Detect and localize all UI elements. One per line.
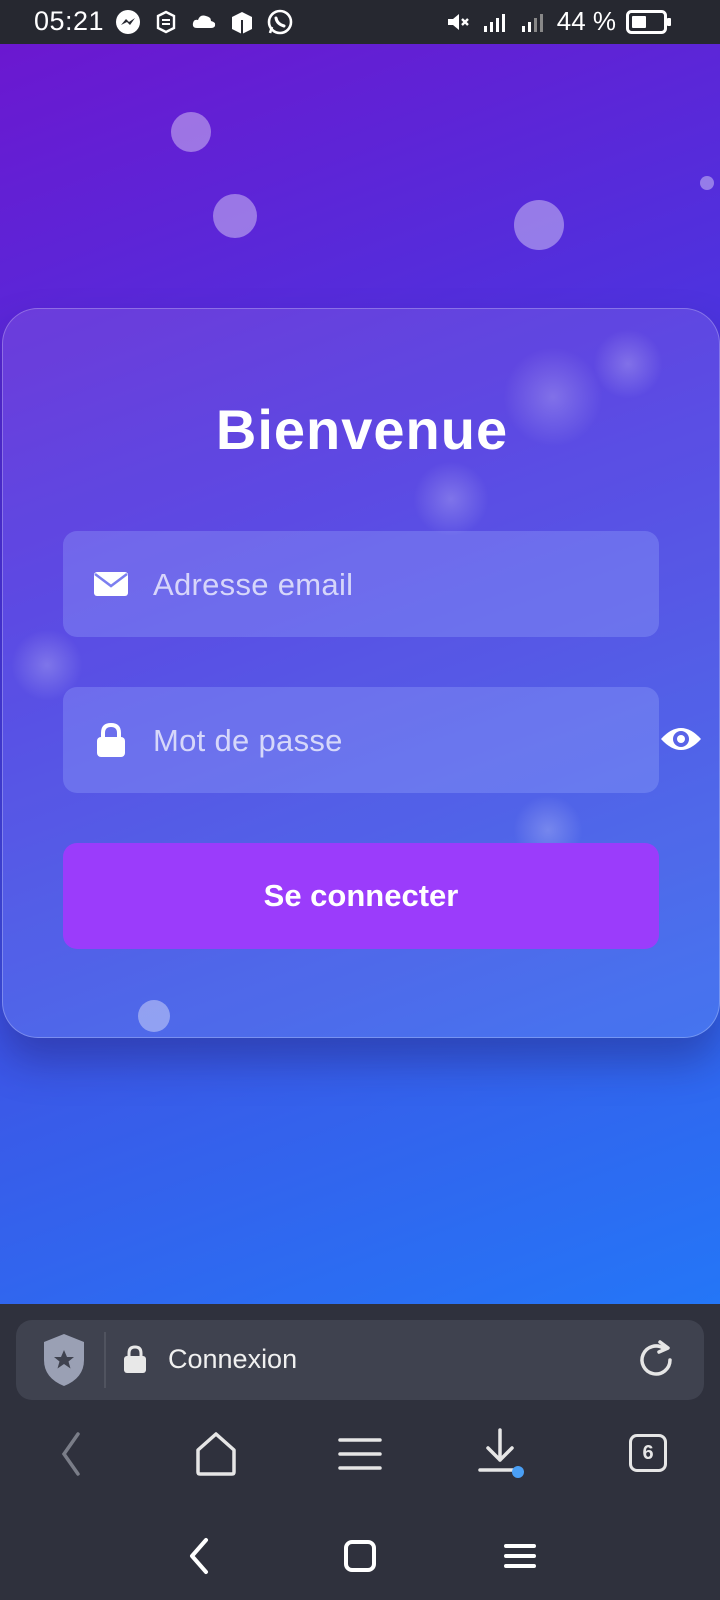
app-icon xyxy=(156,10,176,34)
decorative-bubble xyxy=(514,200,564,250)
tabs-button[interactable]: 6 xyxy=(629,1434,667,1472)
page-title-label: Connexion xyxy=(168,1344,298,1374)
shield-icon[interactable] xyxy=(40,1332,88,1388)
messenger-icon xyxy=(116,10,140,34)
menu-icon[interactable] xyxy=(330,1414,390,1494)
back-icon[interactable] xyxy=(42,1414,102,1494)
envelope-icon xyxy=(94,572,128,596)
decorative-bubble xyxy=(700,176,714,190)
email-placeholder: Adresse email xyxy=(153,567,354,602)
eye-icon[interactable] xyxy=(659,721,703,757)
system-back-icon[interactable] xyxy=(176,1526,220,1586)
web-page: Bienvenue Adresse email Mot de passe Se … xyxy=(0,44,720,1304)
decorative-bubble xyxy=(171,112,211,152)
decorative-glow xyxy=(413,461,489,537)
address-bar[interactable]: Connexion xyxy=(16,1320,704,1400)
notification-icons xyxy=(114,8,294,36)
battery-percentage: 44 % xyxy=(556,6,616,36)
browser-nav-row: 6 xyxy=(0,1414,720,1494)
password-placeholder: Mot de passe xyxy=(153,723,343,758)
lock-icon xyxy=(97,722,125,757)
mute-icon xyxy=(447,13,469,30)
status-time: 05:21 xyxy=(34,6,105,36)
lock-icon xyxy=(124,1345,146,1373)
reload-icon[interactable] xyxy=(634,1338,678,1382)
download-icon[interactable] xyxy=(470,1414,530,1494)
login-card: Bienvenue Adresse email Mot de passe Se … xyxy=(2,308,720,1038)
battery-icon xyxy=(626,9,671,34)
box-icon xyxy=(232,12,252,34)
system-home-icon[interactable] xyxy=(338,1526,382,1586)
system-recents-icon[interactable] xyxy=(498,1526,542,1586)
browser-toolbar: Connexion 6 xyxy=(0,1304,720,1600)
page-title: Bienvenue xyxy=(215,398,509,461)
status-bar: 05:21 44 % xyxy=(0,0,720,44)
whatsapp-icon xyxy=(267,9,293,35)
decorative-bubble xyxy=(213,194,257,238)
cloud-icon xyxy=(192,15,216,28)
home-icon[interactable] xyxy=(186,1414,246,1494)
system-navigation-bar xyxy=(0,1512,720,1600)
login-button[interactable]: Se connecter xyxy=(63,843,659,949)
decorative-glow xyxy=(593,329,663,399)
signal-icon xyxy=(483,13,505,32)
email-field[interactable]: Adresse email xyxy=(63,531,659,637)
divider xyxy=(104,1332,106,1388)
system-status-icons: 44 % xyxy=(443,6,672,37)
signal-icon xyxy=(521,13,543,32)
password-field[interactable]: Mot de passe xyxy=(63,687,659,793)
